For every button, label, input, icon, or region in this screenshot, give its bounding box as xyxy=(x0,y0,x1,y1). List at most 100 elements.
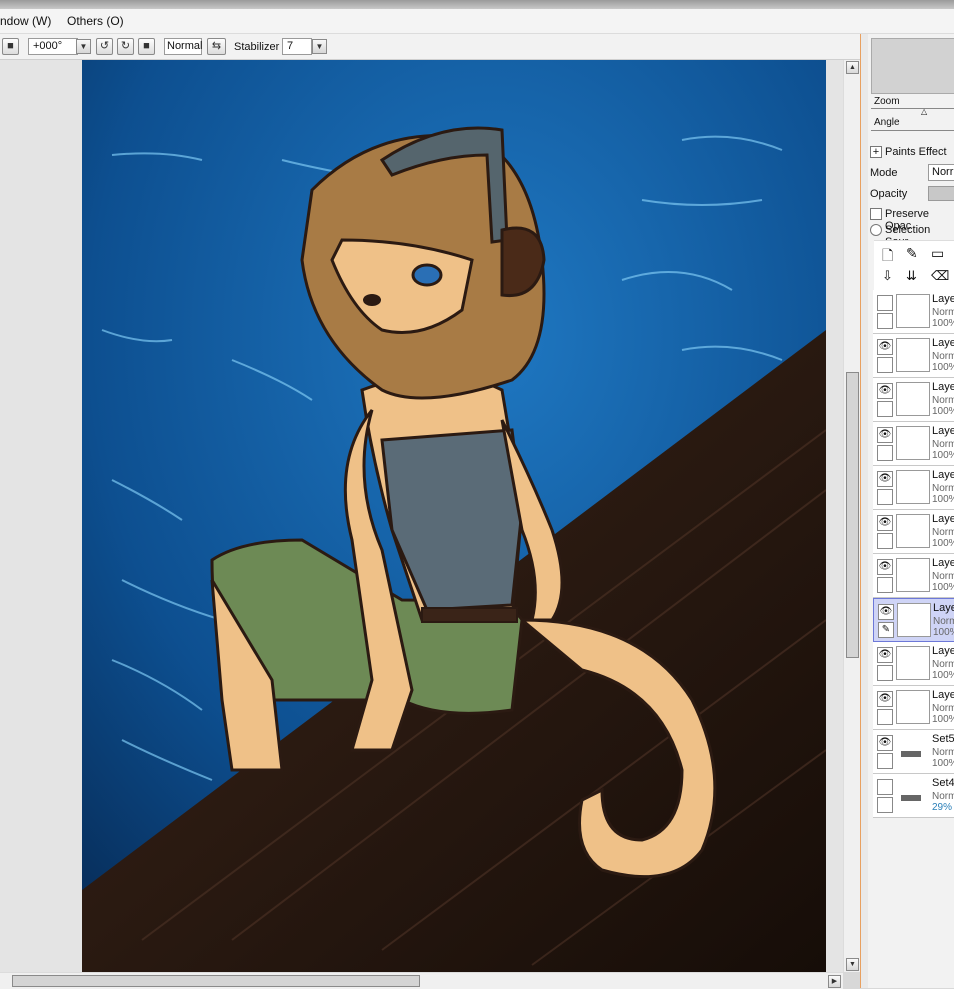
mode-label: Mode xyxy=(870,167,898,179)
layer-mode: Norm xyxy=(932,351,954,362)
layer-opacity: 100% xyxy=(932,362,954,373)
new-folder-icon[interactable]: ▭ xyxy=(931,245,944,262)
menu-window[interactable]: ndow (W) xyxy=(0,14,51,28)
flip-horizontal-icon[interactable]: ⇆ xyxy=(207,38,226,55)
vertical-scroll-thumb[interactable] xyxy=(846,372,859,658)
eye xyxy=(411,263,443,287)
eye-icon[interactable]: 👁 xyxy=(878,604,894,620)
layer-name: Laye xyxy=(932,469,954,481)
menu-others[interactable]: Others (O) xyxy=(67,14,124,28)
new-linework-layer-icon[interactable]: ✎ xyxy=(906,245,918,262)
scroll-right-icon[interactable]: ▶ xyxy=(828,975,841,988)
eye-icon[interactable]: 👁 xyxy=(877,735,893,751)
selection-source-radio[interactable] xyxy=(870,224,882,236)
stabilizer-dropdown-icon[interactable]: ▼ xyxy=(312,39,327,54)
layer-row[interactable]: 👁 Laye Norm 100% xyxy=(873,466,954,510)
layer-row[interactable]: 👁 Laye Norm 100% xyxy=(873,554,954,598)
layer-mode: Norm xyxy=(932,307,954,318)
layer-opacity: 100% xyxy=(932,494,954,505)
paints-effect-label[interactable]: Paints Effect xyxy=(885,146,947,158)
eye-icon[interactable]: 👁 xyxy=(877,339,893,355)
lock-toggle[interactable] xyxy=(877,533,893,549)
window-title-strip xyxy=(0,0,954,9)
visibility-toggle[interactable] xyxy=(877,295,893,311)
eye-icon[interactable]: 👁 xyxy=(877,647,893,663)
layer-thumbnail xyxy=(896,294,930,328)
canvas-area[interactable] xyxy=(0,60,843,972)
folder-row[interactable]: 👁 ▬ Set5 Norm 100% xyxy=(873,730,954,774)
rotate-left-icon[interactable]: ↺ xyxy=(96,38,113,55)
artwork-canvas[interactable] xyxy=(82,60,826,972)
lock-toggle[interactable] xyxy=(877,577,893,593)
pen-icon[interactable]: ✎ xyxy=(878,622,894,638)
layer-row[interactable]: 👁 Laye Norm 100% xyxy=(873,686,954,730)
layer-opacity: 100% xyxy=(932,450,954,461)
layer-mode-field[interactable]: Norr xyxy=(928,164,954,181)
lock-toggle[interactable] xyxy=(877,797,893,813)
stabilizer-field[interactable]: 7 xyxy=(282,38,312,55)
folder-mode: Norm xyxy=(932,791,954,802)
lock-toggle[interactable] xyxy=(877,489,893,505)
eye-icon[interactable]: 👁 xyxy=(877,515,893,531)
preserve-opacity-checkbox[interactable] xyxy=(870,208,882,220)
layer-opacity: 100% xyxy=(932,318,954,329)
navigator-preview[interactable] xyxy=(871,38,954,94)
eye-icon[interactable]: 👁 xyxy=(877,383,893,399)
layer-row[interactable]: 👁 Laye Norm 100% xyxy=(873,334,954,378)
layer-toolbar: 🗋 ✎ ▭ ⇩ ⇊ ⌫ xyxy=(874,240,954,291)
zoom-slider[interactable] xyxy=(871,108,954,109)
layer-thumbnail xyxy=(896,646,930,680)
layer-row[interactable]: 👁 Laye Norm 100% xyxy=(873,510,954,554)
scroll-down-icon[interactable]: ▼ xyxy=(846,958,859,971)
scroll-up-icon[interactable]: ▲ xyxy=(846,61,859,74)
merge-down-icon[interactable]: ⇊ xyxy=(906,268,917,284)
horizontal-scroll-thumb[interactable] xyxy=(12,975,420,987)
belt xyxy=(421,607,518,623)
tool-toggle-button[interactable]: ■ xyxy=(2,38,19,55)
blend-mode-field[interactable]: Normal xyxy=(164,38,202,55)
eye-icon[interactable]: 👁 xyxy=(877,471,893,487)
rotation-dropdown-icon[interactable]: ▼ xyxy=(76,39,91,54)
vertical-scrollbar[interactable]: ▲ ▼ xyxy=(843,60,861,972)
rotate-right-icon[interactable]: ↻ xyxy=(117,38,134,55)
rotation-field[interactable]: +000° xyxy=(28,38,78,55)
layer-row-selected[interactable]: 👁 ✎ Laye Norm 100% xyxy=(873,598,954,642)
transfer-down-icon[interactable]: ⇩ xyxy=(882,268,893,284)
lock-toggle[interactable] xyxy=(877,313,893,329)
horizontal-scrollbar[interactable]: ▶ xyxy=(0,972,843,989)
layer-row[interactable]: 👁 Laye Norm 100% xyxy=(873,422,954,466)
expand-icon[interactable]: + xyxy=(870,146,882,158)
opacity-bar[interactable] xyxy=(928,186,954,201)
folder-mode: Norm xyxy=(932,747,954,758)
layer-thumbnail xyxy=(896,690,930,724)
layer-mode: Norm xyxy=(933,616,954,627)
folder-row[interactable]: ▬ Set4 Norm 29% xyxy=(873,774,954,818)
lock-toggle[interactable] xyxy=(877,445,893,461)
lock-toggle[interactable] xyxy=(877,753,893,769)
lock-toggle[interactable] xyxy=(877,709,893,725)
layer-opacity: 100% xyxy=(932,714,954,725)
layer-row[interactable]: 👁 Laye Norm 100% xyxy=(873,378,954,422)
eye-icon[interactable]: 👁 xyxy=(877,559,893,575)
layer-thumbnail xyxy=(896,338,930,372)
right-panel: Zoom △ Angle + Paints Effect Mode Norr O… xyxy=(868,34,954,988)
new-layer-icon[interactable]: 🗋 xyxy=(882,245,893,269)
reset-rotation-button[interactable]: ■ xyxy=(138,38,155,55)
lock-toggle[interactable] xyxy=(877,401,893,417)
angle-slider[interactable] xyxy=(871,130,954,131)
lock-toggle[interactable] xyxy=(877,665,893,681)
layer-mode: Norm xyxy=(932,439,954,450)
folder-icon: ▬ xyxy=(901,784,921,806)
layer-row[interactable]: 👁 Laye Norm 100% xyxy=(873,642,954,686)
layer-row[interactable]: Laye Norm 100% xyxy=(873,290,954,334)
layer-name: Laye xyxy=(932,293,954,305)
eye-icon[interactable]: 👁 xyxy=(877,691,893,707)
eye-icon[interactable]: 👁 xyxy=(877,427,893,443)
lock-toggle[interactable] xyxy=(877,357,893,373)
layer-opacity: 100% xyxy=(933,627,954,638)
layer-opacity: 100% xyxy=(932,538,954,549)
layer-mode: Norm xyxy=(932,659,954,670)
clear-layer-icon[interactable]: ⌫ xyxy=(931,268,949,284)
visibility-toggle[interactable] xyxy=(877,779,893,795)
slider-marker-icon[interactable]: △ xyxy=(921,107,927,116)
